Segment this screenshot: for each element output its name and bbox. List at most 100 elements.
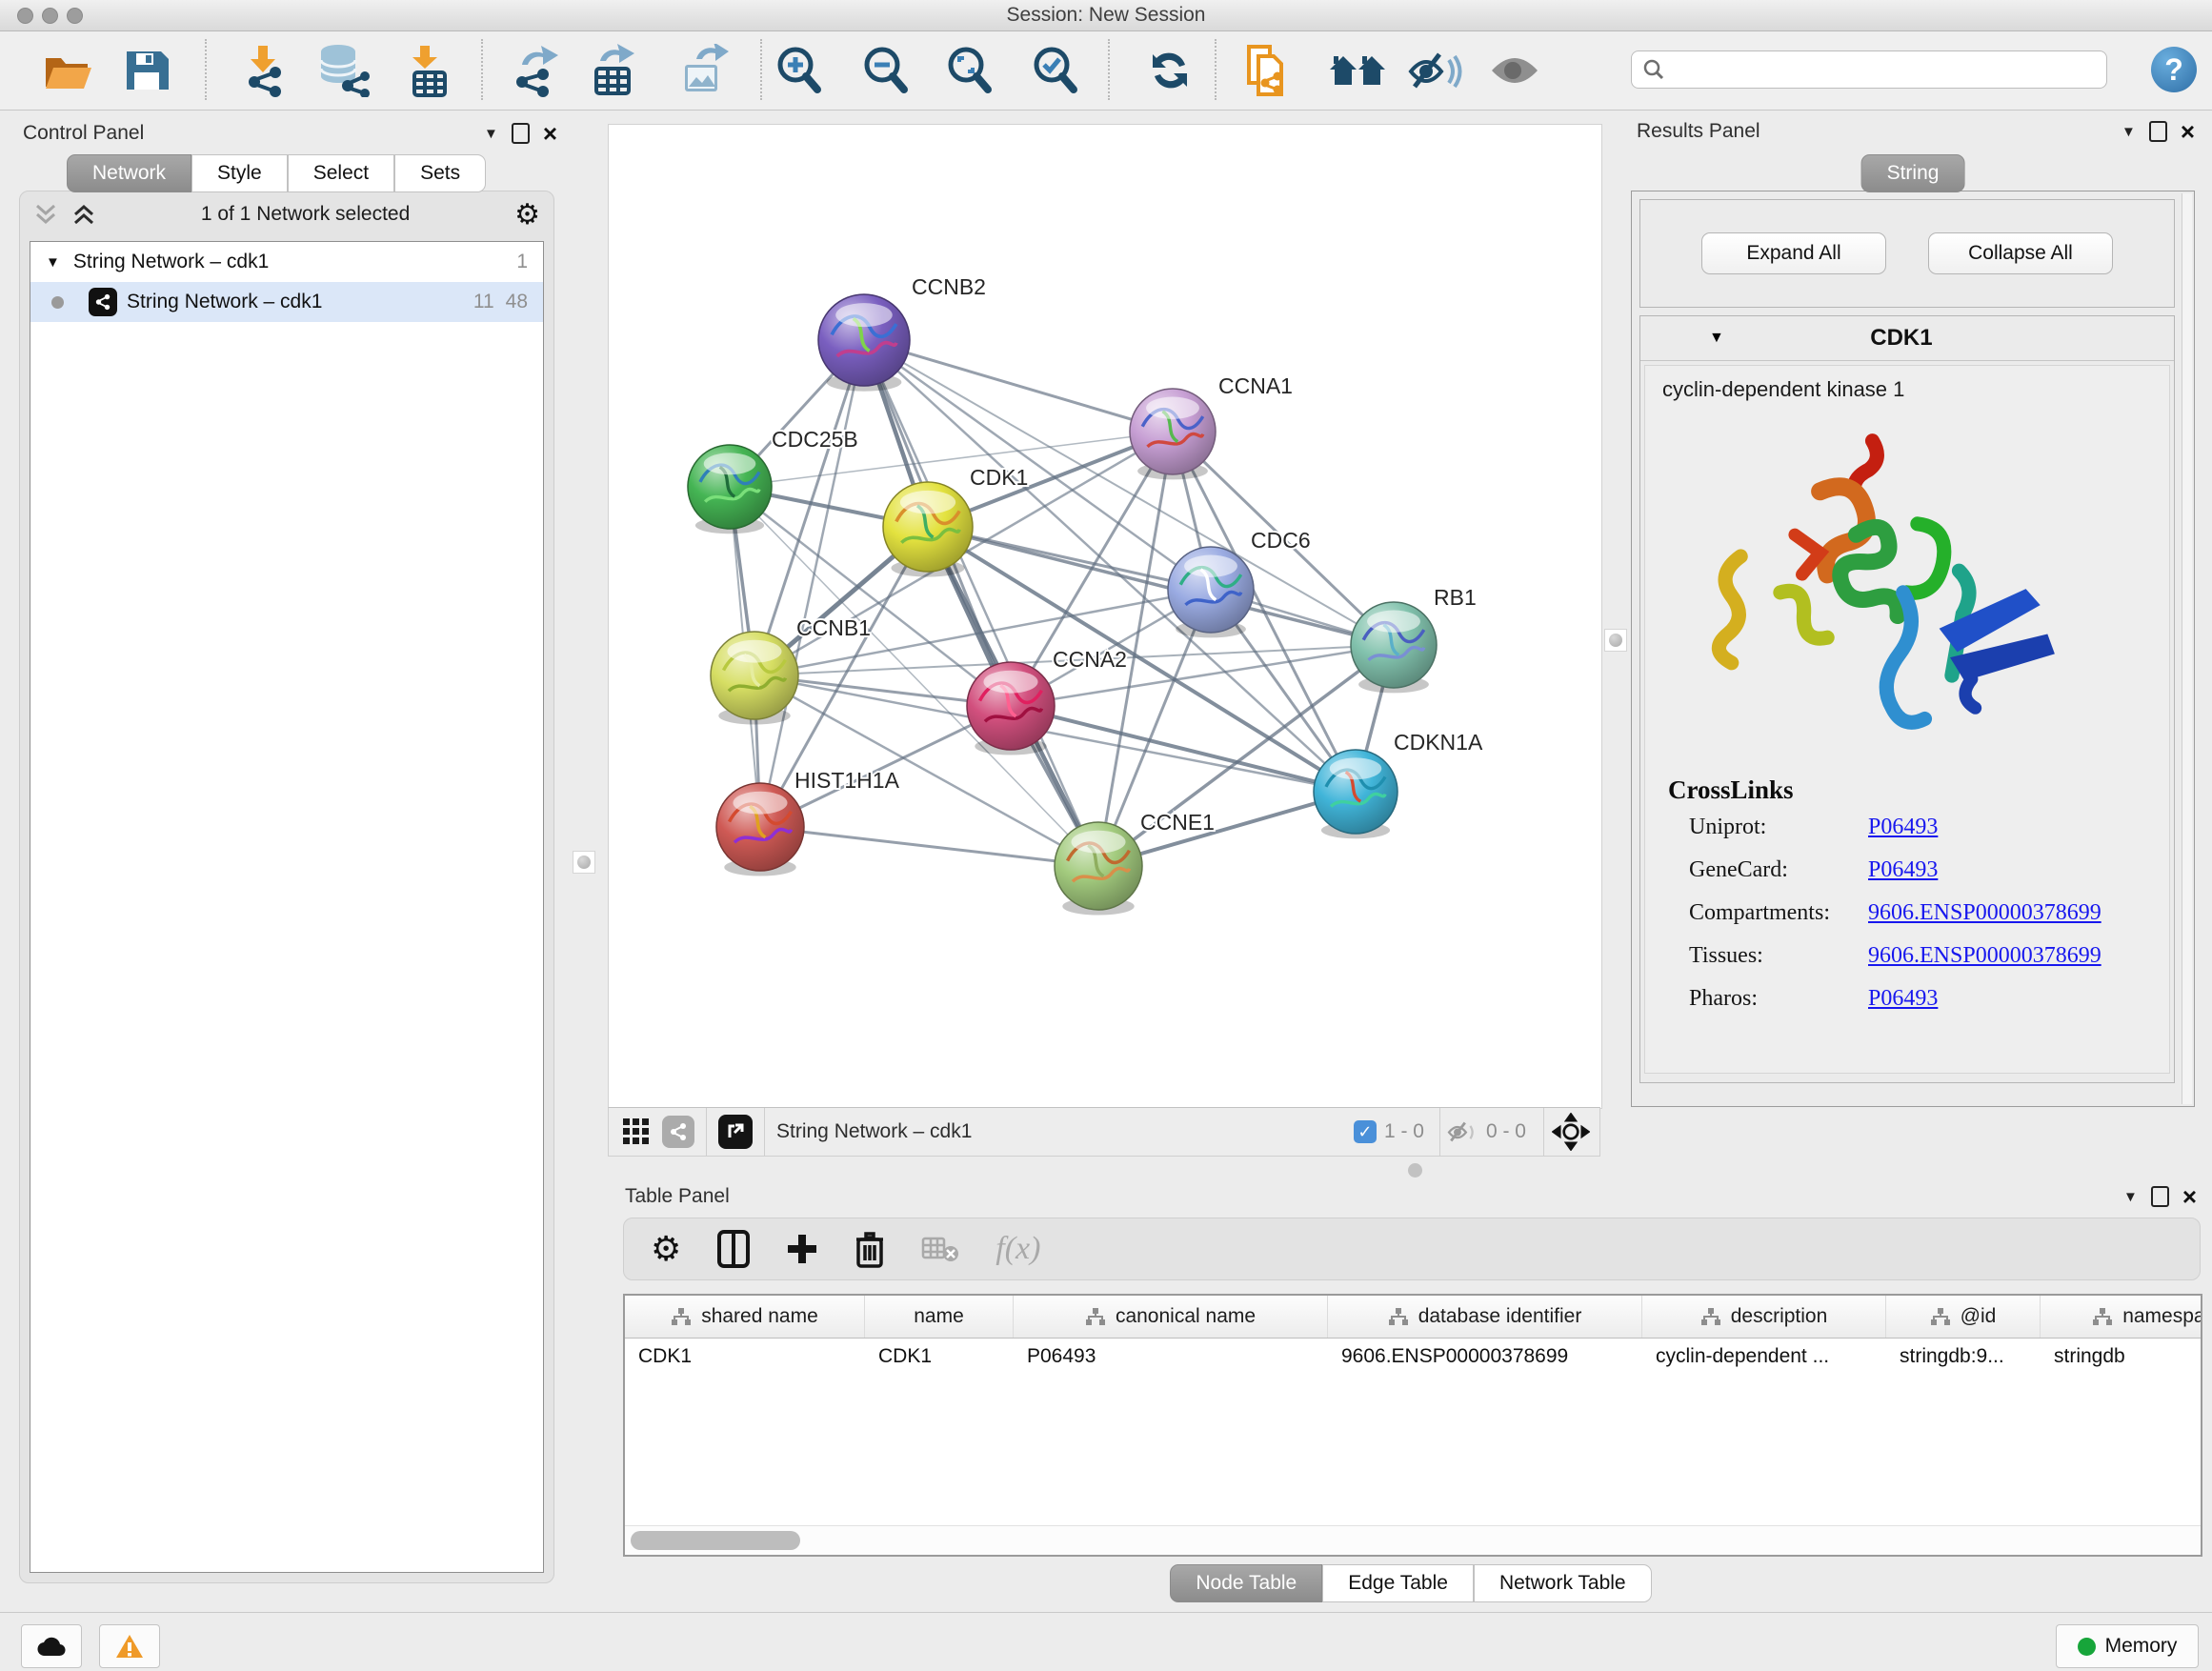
table-settings-gear-icon[interactable]: ⚙ <box>651 1230 681 1269</box>
close-panel-icon[interactable]: × <box>2182 1187 2197 1206</box>
bottom-splitter-handle[interactable] <box>1408 1163 1422 1178</box>
network-edge[interactable] <box>760 827 1098 866</box>
export-network-icon[interactable] <box>509 44 562 97</box>
expand-all-button[interactable]: Expand All <box>1701 232 1886 274</box>
home-networks-icon[interactable] <box>1328 47 1387 94</box>
zoom-fit-icon[interactable] <box>943 44 995 97</box>
network-node-CDC6[interactable]: CDC6 <box>1168 528 1311 637</box>
network-collection-row[interactable]: ▼ String Network – cdk1 1 <box>30 242 543 282</box>
tab-string[interactable]: String <box>1861 154 1965 192</box>
detach-view-icon[interactable] <box>718 1115 753 1149</box>
export-table-icon[interactable] <box>585 44 638 97</box>
tab-node-table[interactable]: Node Table <box>1170 1564 1322 1602</box>
table-horizontal-scrollbar[interactable] <box>625 1525 2201 1555</box>
column-header-database-identifier[interactable]: database identifier <box>1328 1296 1642 1338</box>
expand-all-networks-icon[interactable] <box>71 202 96 227</box>
column-header-description[interactable]: description <box>1642 1296 1886 1338</box>
float-panel-icon[interactable] <box>2151 1186 2169 1207</box>
cell[interactable]: P06493 <box>1014 1345 1328 1368</box>
table-row[interactable]: CDK1CDK1P064939606.ENSP00000378699cyclin… <box>625 1339 2201 1375</box>
import-network-database-icon[interactable] <box>315 44 371 97</box>
open-session-icon[interactable] <box>42 49 93 92</box>
network-node-RB1[interactable]: RB1 <box>1351 585 1477 693</box>
column-header-shared-name[interactable]: shared name <box>625 1296 865 1338</box>
tab-style[interactable]: Style <box>191 154 288 192</box>
import-table-file-icon[interactable] <box>399 44 451 97</box>
show-columns-icon[interactable] <box>717 1230 750 1268</box>
collapse-panel-icon[interactable]: ▼ <box>2123 1189 2138 1205</box>
string-network-graph[interactable]: CCNB2CCNA1CDC25BCDK1CDC6RB1CCNB1CCNA2CDK… <box>609 125 1601 1108</box>
help-button[interactable]: ? <box>2151 47 2197 92</box>
close-panel-icon[interactable]: × <box>2181 122 2195 141</box>
selected-checkbox-icon[interactable]: ✓ <box>1354 1120 1377 1143</box>
collection-disclosure-icon[interactable]: ▼ <box>46 254 60 271</box>
float-panel-icon[interactable] <box>2149 121 2167 142</box>
birds-eye-view-icon[interactable] <box>1552 1113 1590 1151</box>
collapse-panel-icon[interactable]: ▼ <box>2122 124 2136 140</box>
network-overview-icon[interactable] <box>662 1116 694 1148</box>
tab-edge-table[interactable]: Edge Table <box>1322 1564 1474 1602</box>
cell[interactable]: stringdb <box>2041 1345 2202 1368</box>
crosslink-link[interactable]: 9606.ENSP00000378699 <box>1868 900 2101 926</box>
warnings-button[interactable] <box>99 1624 160 1668</box>
cell[interactable]: CDK1 <box>865 1345 1014 1368</box>
network-edge[interactable] <box>864 340 1173 432</box>
left-splitter-handle[interactable] <box>573 851 595 874</box>
copy-network-icon[interactable] <box>1241 43 1291 98</box>
network-options-gear-icon[interactable]: ⚙ <box>514 198 540 232</box>
protein-structure-image[interactable] <box>1691 419 2072 762</box>
search-input-field[interactable] <box>1666 58 2106 82</box>
cell[interactable]: stringdb:9... <box>1886 1345 2041 1368</box>
column-header-canonical-name[interactable]: canonical name <box>1014 1296 1328 1338</box>
network-node-CDK1[interactable]: CDK1 <box>883 465 1028 577</box>
memory-status-dot-icon <box>2078 1638 2096 1656</box>
network-edge[interactable] <box>928 527 1394 645</box>
save-session-icon[interactable] <box>123 48 171 93</box>
crosslink-link[interactable]: P06493 <box>1868 815 1938 840</box>
crosslink-link[interactable]: 9606.ENSP00000378699 <box>1868 943 2101 969</box>
zoom-selected-icon[interactable] <box>1029 44 1080 97</box>
network-view-canvas[interactable]: CCNB2CCNA1CDC25BCDK1CDC6RB1CCNB1CCNA2CDK… <box>608 124 1602 1109</box>
export-image-icon[interactable] <box>675 44 731 97</box>
collapse-panel-icon[interactable]: ▼ <box>484 126 498 142</box>
network-node-CCNA1[interactable]: CCNA1 <box>1130 373 1293 479</box>
refresh-icon[interactable] <box>1145 46 1195 95</box>
tab-network-table[interactable]: Network Table <box>1474 1564 1652 1602</box>
delete-column-icon[interactable] <box>855 1230 885 1268</box>
network-node-CDC25B[interactable]: CDC25B <box>688 427 858 534</box>
network-node-CDKN1A[interactable]: CDKN1A <box>1314 730 1483 838</box>
column-header-name[interactable]: name <box>865 1296 1014 1338</box>
node-label: CCNB1 <box>796 615 871 640</box>
control-panel: Control Panel ▼ × NetworkStyleSelectSets… <box>11 116 567 1589</box>
cell[interactable]: cyclin-dependent ... <box>1642 1345 1886 1368</box>
column-header-@id[interactable]: @id <box>1886 1296 2041 1338</box>
show-graphics-eye-icon[interactable] <box>1488 48 1541 93</box>
hide-unhide-icon[interactable] <box>1407 47 1462 94</box>
column-header-namespace[interactable]: namespace <box>2041 1296 2202 1338</box>
crosslink-link[interactable]: P06493 <box>1868 986 1938 1012</box>
add-column-icon[interactable] <box>786 1233 818 1265</box>
float-panel-icon[interactable] <box>512 123 530 144</box>
search-input[interactable] <box>1631 50 2107 89</box>
zoom-out-icon[interactable] <box>859 44 911 97</box>
tab-network[interactable]: Network <box>67 154 191 192</box>
tab-sets[interactable]: Sets <box>394 154 486 192</box>
network-edge[interactable] <box>760 340 864 827</box>
scrollbar-thumb[interactable] <box>631 1531 800 1550</box>
collapse-all-networks-icon[interactable] <box>33 202 58 227</box>
close-panel-icon[interactable]: × <box>543 124 557 143</box>
tab-select[interactable]: Select <box>288 154 394 192</box>
import-network-file-icon[interactable] <box>237 44 289 97</box>
network-node-HIST1H1A[interactable]: HIST1H1A <box>716 768 900 876</box>
grid-view-icon[interactable] <box>622 1117 651 1146</box>
cell[interactable]: 9606.ENSP00000378699 <box>1328 1345 1642 1368</box>
memory-button[interactable]: Memory <box>2056 1624 2199 1668</box>
zoom-in-icon[interactable] <box>773 44 824 97</box>
collapse-all-button[interactable]: Collapse All <box>1928 232 2113 274</box>
crosslink-link[interactable]: P06493 <box>1868 857 1938 883</box>
protein-disclosure-icon[interactable]: ▼ <box>1709 330 1724 347</box>
cloud-status-button[interactable] <box>21 1624 82 1668</box>
cell[interactable]: CDK1 <box>625 1345 865 1368</box>
results-scrollbar[interactable] <box>2182 193 2192 1104</box>
network-row-selected[interactable]: String Network – cdk1 11 48 <box>30 282 543 322</box>
